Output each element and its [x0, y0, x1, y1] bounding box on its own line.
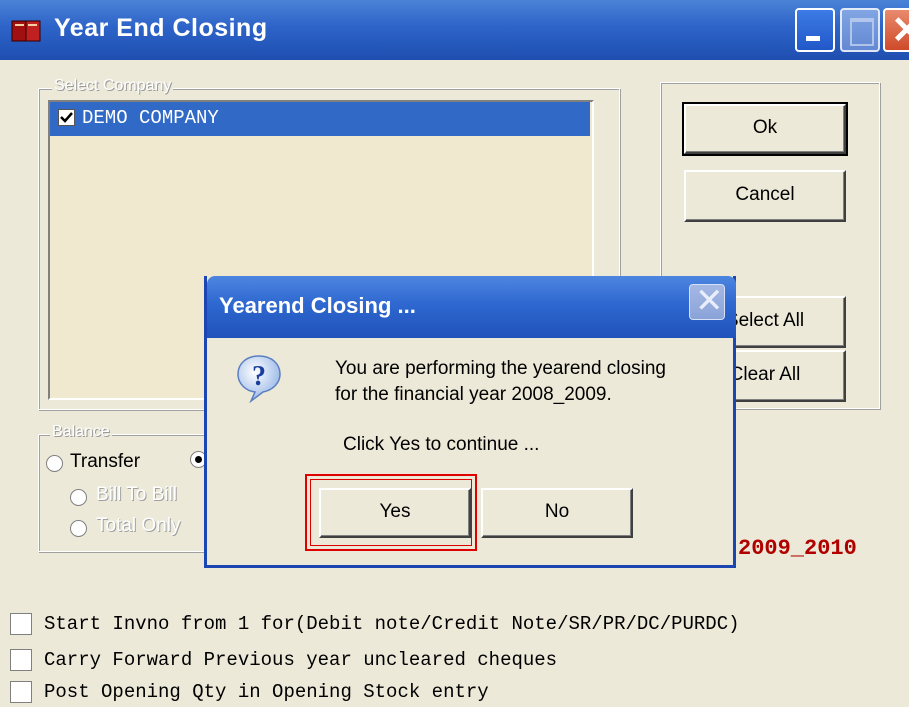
question-icon: ?	[237, 355, 281, 403]
check-icon	[60, 112, 73, 123]
yes-label: Yes	[379, 501, 411, 522]
minimize-button[interactable]	[795, 8, 835, 52]
dialog-title: Yearend Closing ...	[219, 293, 416, 318]
maximize-button[interactable]	[840, 8, 880, 52]
ok-button[interactable]: Ok	[682, 102, 848, 156]
ok-label: Ok	[752, 117, 778, 138]
close-icon: ✕	[695, 282, 724, 320]
dialog-message-line1: You are performing the yearend closing	[335, 358, 666, 379]
dialog-message-line2: for the financial year 2008_2009.	[335, 384, 612, 405]
company-checkbox[interactable]	[58, 109, 75, 126]
option-label-post-opening: Post Opening Qty in Opening Stock entry	[44, 681, 489, 703]
cancel-label: Cancel	[735, 184, 795, 205]
balance-legend: Balance	[50, 423, 112, 441]
dialog-title-bar[interactable]: Yearend Closing ... ✕	[207, 276, 736, 338]
transfer-label: Transfer	[70, 451, 141, 472]
no-label: No	[544, 501, 570, 522]
select-company-legend: Select Company	[52, 77, 174, 95]
no-button[interactable]: No	[481, 488, 633, 538]
next-financial-year: 2009_2010	[738, 536, 857, 561]
bill-to-bill-radio	[70, 489, 87, 506]
option-checkbox-post-opening[interactable]	[10, 681, 32, 703]
select-all-label: Select All	[725, 310, 805, 331]
close-icon: ✕	[891, 10, 909, 52]
svg-text:?: ?	[252, 361, 266, 392]
confirm-dialog: Yearend Closing ... ✕ ? You are performi…	[204, 276, 736, 568]
window-title-bar[interactable]: Year End Closing ✕	[0, 0, 909, 60]
book-icon	[11, 20, 41, 42]
clear-all-label: Clear All	[729, 364, 801, 385]
cancel-button[interactable]: Cancel	[684, 170, 846, 222]
dialog-close-button[interactable]: ✕	[689, 282, 725, 320]
option-label-start-invno: Start Invno from 1 for(Debit note/Credit…	[44, 613, 740, 635]
close-button[interactable]: ✕	[883, 8, 909, 52]
bill-to-bill-label: Bill To Bill	[96, 484, 177, 505]
company-name: DEMO COMPANY	[82, 107, 219, 129]
option-label-carry-cheques: Carry Forward Previous year uncleared ch…	[44, 649, 558, 671]
window-title: Year End Closing	[54, 14, 268, 42]
total-only-radio	[70, 520, 87, 537]
yes-button[interactable]: Yes	[319, 488, 471, 538]
dialog-message-line3: Click Yes to continue ...	[343, 434, 540, 455]
option-checkbox-start-invno[interactable]	[10, 613, 32, 635]
total-only-label: Total Only	[96, 515, 181, 536]
transfer-radio[interactable]	[46, 455, 63, 472]
option-checkbox-carry-cheques[interactable]	[10, 649, 32, 671]
list-item[interactable]: DEMO COMPANY	[50, 102, 590, 136]
